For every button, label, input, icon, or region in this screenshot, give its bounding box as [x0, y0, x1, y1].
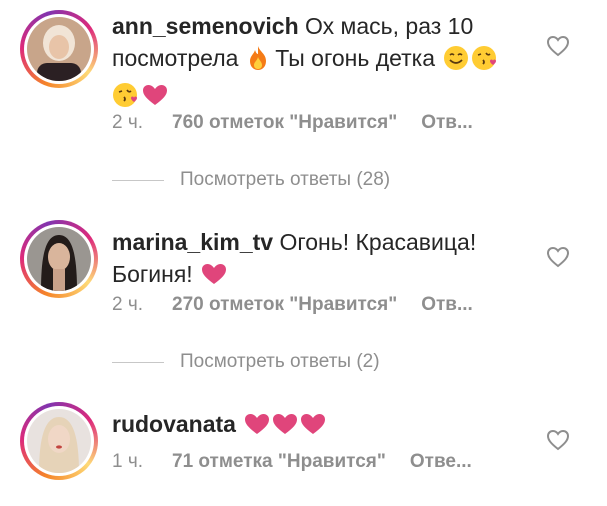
comment-meta: 1 ч. 71 отметка "Нравится" Отве...: [112, 451, 472, 473]
reply-button[interactable]: Отве...: [410, 451, 472, 472]
comment-text-line1: [236, 411, 242, 437]
comment-text-line2: Богиня!: [112, 261, 200, 287]
likes-count[interactable]: 760 отметок "Нравится": [172, 112, 397, 133]
avatar-ring-gap: [24, 224, 94, 294]
likes-count[interactable]: 71 отметка "Нравится": [172, 451, 386, 472]
comment-text-line1: Огонь! Красавица!: [273, 229, 477, 255]
view-replies[interactable]: Посмотреть ответы (28): [112, 168, 390, 192]
comment-time: 2 ч.: [112, 112, 144, 133]
avatar-photo: [27, 17, 91, 81]
avatar-photo: [27, 227, 91, 291]
like-heart-icon[interactable]: [546, 429, 570, 451]
avatar[interactable]: [20, 402, 98, 480]
like-heart-icon[interactable]: [546, 35, 570, 57]
comment-text-line1: Ох мась, раз 10: [298, 13, 474, 39]
username[interactable]: ann_semenovich: [112, 13, 299, 39]
smiling-face-emoji-icon: [443, 45, 469, 79]
avatar[interactable]: [20, 220, 98, 298]
comment-time: 2 ч.: [112, 294, 144, 315]
username[interactable]: marina_kim_tv: [112, 229, 273, 255]
pink-heart-emoji-icon: [300, 411, 326, 443]
reply-button[interactable]: Отв...: [421, 112, 473, 133]
view-replies-label[interactable]: Посмотреть ответы (2): [180, 351, 380, 373]
view-replies[interactable]: Посмотреть ответы (2): [112, 350, 380, 374]
avatar-image: [27, 17, 91, 81]
comment-meta: 2 ч. 760 отметок "Нравится" Отв...: [112, 112, 473, 134]
comment-text-line2b: Ты огонь детка: [268, 45, 442, 71]
comment-text: marina_kim_tv Огонь! Красавица! Богиня!: [112, 226, 542, 293]
avatar-ring-gap: [24, 406, 94, 476]
avatar[interactable]: [20, 10, 98, 88]
face-blowing-kiss-emoji-icon: [471, 45, 499, 79]
avatar-ring-gap: [24, 14, 94, 84]
like-heart-icon[interactable]: [546, 246, 570, 268]
pink-heart-emoji-icon: [272, 411, 298, 443]
divider: [112, 179, 164, 181]
comment-time: 1 ч.: [112, 451, 144, 472]
divider: [112, 361, 164, 363]
fire-emoji-icon: [247, 45, 269, 79]
avatar-photo: [27, 409, 91, 473]
view-replies-label[interactable]: Посмотреть ответы (28): [180, 169, 390, 191]
comment-text-line2: посмотрела: [112, 45, 245, 71]
pink-heart-emoji-icon: [244, 411, 270, 443]
avatar-image: [27, 409, 91, 473]
username[interactable]: rudovanata: [112, 411, 236, 437]
comment-meta: 2 ч. 270 отметок "Нравится" Отв...: [112, 294, 473, 316]
pink-heart-emoji-icon: [201, 261, 227, 293]
face-blowing-kiss-emoji-icon: [112, 82, 140, 116]
reply-button[interactable]: Отв...: [421, 294, 473, 315]
comment-text: ann_semenovich Ох мась, раз 10 посмотрел…: [112, 10, 542, 116]
likes-count[interactable]: 270 отметок "Нравится": [172, 294, 397, 315]
avatar-image: [27, 227, 91, 291]
pink-heart-emoji-icon: [142, 82, 168, 114]
comment-text: rudovanata: [112, 408, 542, 443]
